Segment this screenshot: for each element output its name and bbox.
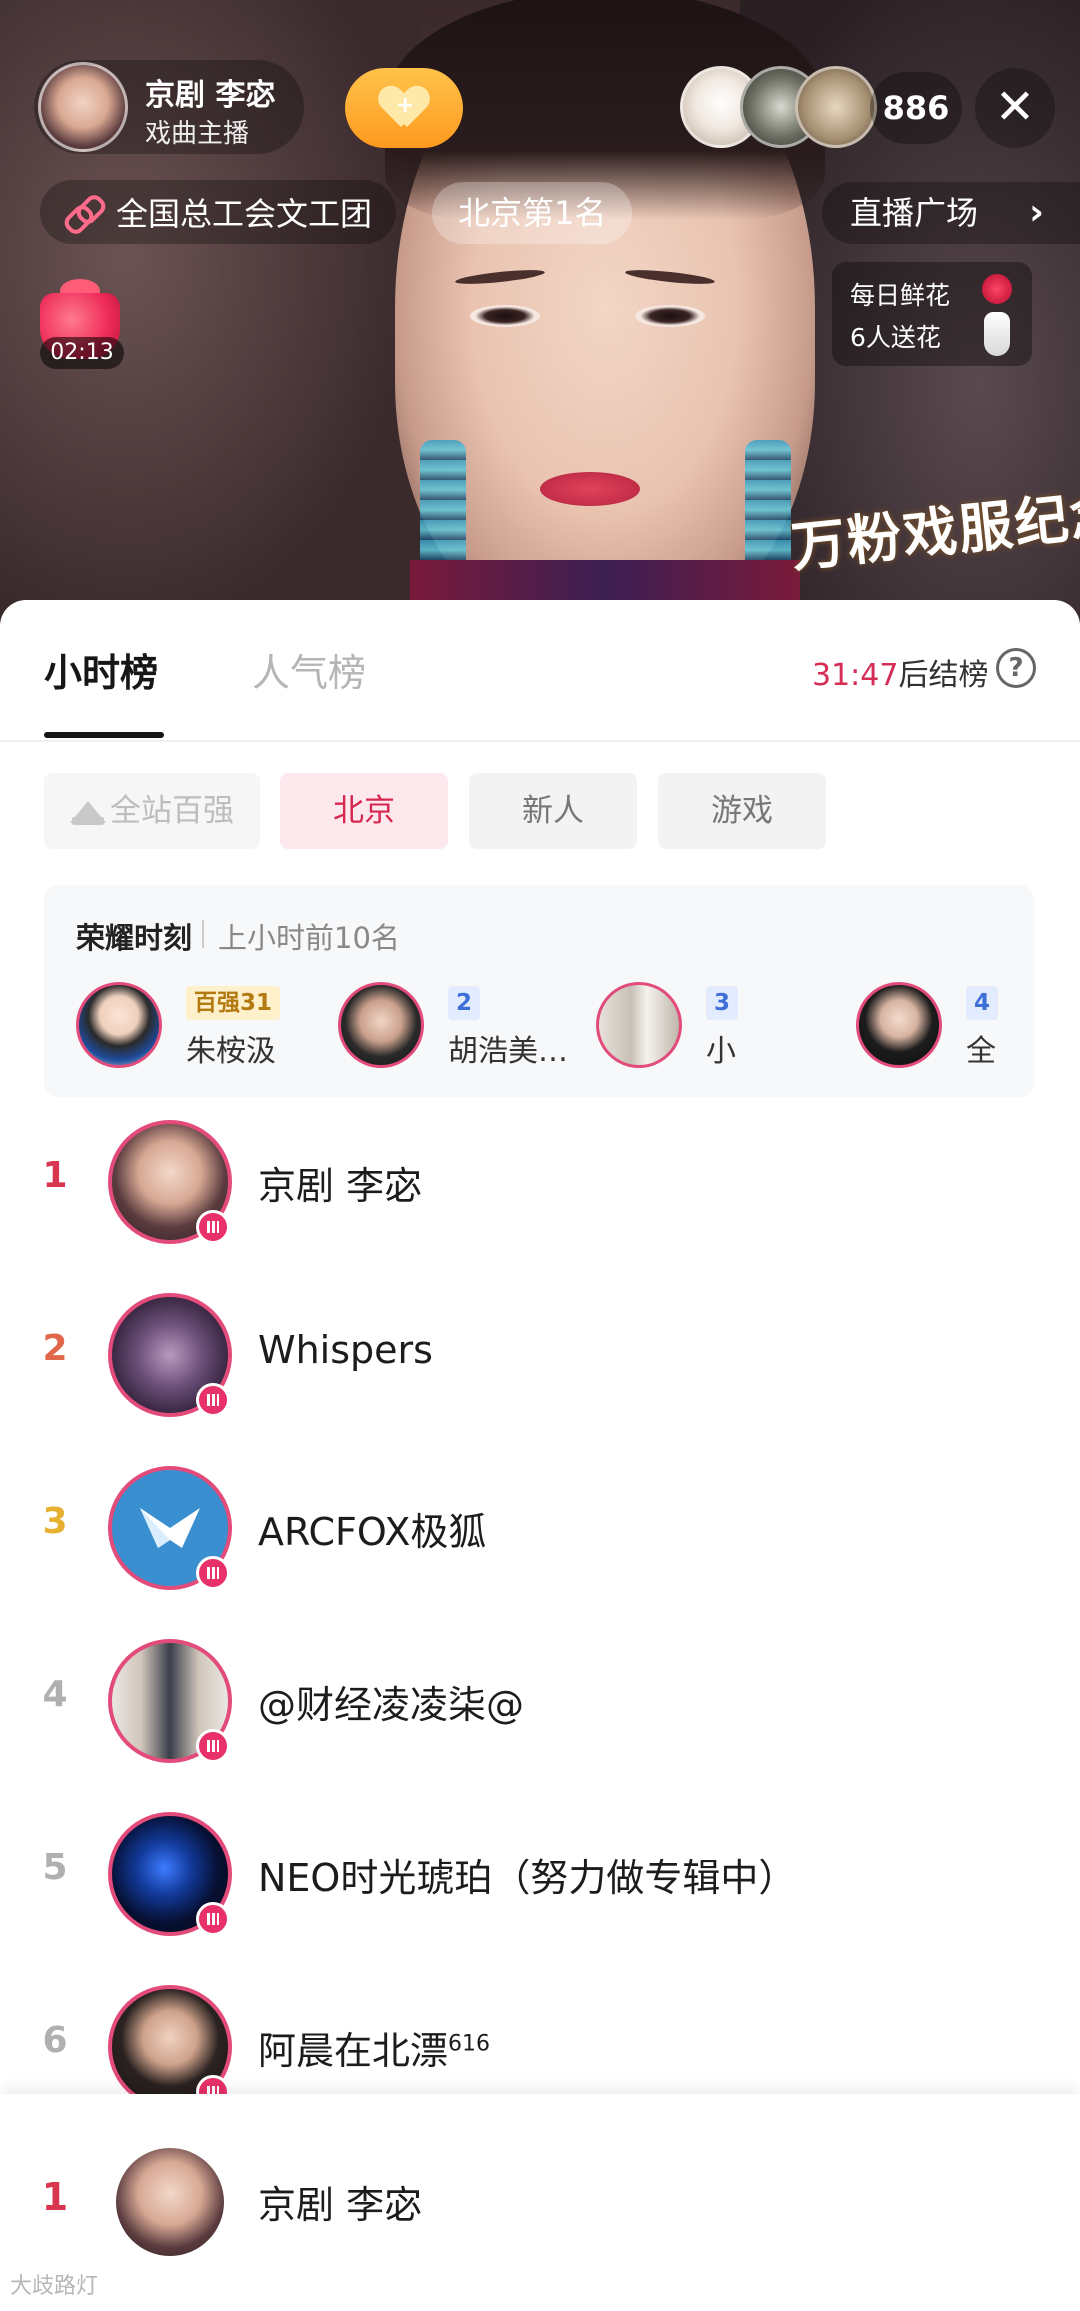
filter-games[interactable]: 游戏 [658, 773, 826, 849]
streamer-eye [635, 305, 705, 327]
filter-top100[interactable]: 全站百强 [44, 773, 260, 849]
rank-number: 2 [42, 1328, 68, 1369]
close-button[interactable]: ✕ [975, 68, 1055, 148]
countdown-time: 31:47 [812, 658, 899, 693]
live-indicator-icon [196, 1729, 230, 1763]
streamer-name: @财经凌凌柒@ [258, 1683, 525, 1727]
link-icon [64, 193, 102, 231]
glory-name: 小 [706, 1034, 736, 1069]
filter-beijing[interactable]: 北京 [280, 773, 448, 849]
heart-plus-icon: + [381, 87, 427, 129]
lucky-bag-timer: 02:13 [40, 337, 124, 369]
streamer-lips [540, 472, 640, 506]
glory-rank-badge: 2 [448, 986, 481, 1020]
header-divider [0, 740, 1080, 742]
rank-number: 1 [42, 1155, 68, 1196]
rank-number: 6 [42, 2020, 68, 2061]
filter-label: 全站百强 [110, 793, 234, 829]
my-rank-number: 1 [41, 2175, 69, 2219]
glory-name: 全 [966, 1034, 996, 1069]
tab-hourly[interactable]: 小时榜 [44, 642, 158, 697]
city-rank-badge[interactable]: 北京第1名 [432, 182, 633, 244]
streamer-name: Whispers [258, 1328, 433, 1372]
countdown-suffix: 后结榜 [898, 658, 989, 693]
live-plaza-label: 直播广场 [850, 194, 979, 232]
crown-icon [70, 795, 106, 825]
daily-flower-label: 每日鲜花 [850, 281, 951, 310]
follow-button[interactable]: + [345, 68, 463, 148]
streamer-eye [470, 305, 540, 327]
watermark-credit: 大歧路灯 [10, 2274, 99, 2299]
anchor-avatar[interactable] [38, 62, 128, 152]
live-indicator-icon [196, 1902, 230, 1936]
live-indicator-icon [196, 1210, 230, 1244]
streamer-name: ARCFOX极狐 [258, 1510, 487, 1554]
chevron-right-icon: › [1029, 192, 1044, 233]
live-indicator-icon [196, 1383, 230, 1417]
glory-name: 朱桉汲 [186, 1034, 276, 1069]
my-name: 京剧 李宓 [258, 2183, 423, 2227]
glory-avatar[interactable] [76, 982, 162, 1068]
rank-number: 4 [42, 1674, 68, 1715]
rank-number: 3 [42, 1501, 68, 1542]
glory-avatar[interactable] [856, 982, 942, 1068]
viewer-count[interactable]: 886 [870, 72, 962, 144]
glory-divider [202, 920, 204, 948]
live-plaza-button[interactable]: 直播广场 › [822, 182, 1080, 244]
help-icon[interactable]: ? [996, 648, 1036, 688]
ranking-row[interactable]: 3 ARCFOX极狐 [0, 1446, 1080, 1616]
streamer-name: 京剧 李宓 [258, 1164, 423, 1208]
glory-item[interactable]: 3 小 [596, 980, 836, 1070]
glory-item[interactable]: 百强31 朱桉汲 [76, 980, 336, 1070]
glory-subtitle: 上小时前10名 [218, 921, 400, 955]
anchor-subtitle: 戏曲主播 [145, 119, 250, 149]
filter-newcomer[interactable]: 新人 [469, 773, 637, 849]
ranking-row[interactable]: 2 Whispers [0, 1273, 1080, 1443]
rose-icon [982, 274, 1012, 304]
anchor-name: 京剧 李宓 [145, 78, 276, 113]
union-name: 全国总工会文工团 [116, 195, 373, 233]
union-link[interactable]: 全国总工会文工团 [40, 180, 397, 244]
glory-rank-badge: 3 [706, 986, 739, 1020]
lucky-bag[interactable]: 02:13 [34, 275, 128, 371]
streamer-name: NEO时光琥珀（努力做专辑中） [258, 1856, 797, 1900]
glory-item[interactable]: 4 全 [856, 980, 1006, 1070]
glory-title: 荣耀时刻 [76, 921, 193, 955]
streamer-name-superscript: 616 [448, 2031, 491, 2057]
glory-rank-badge: 4 [966, 986, 999, 1020]
glory-list[interactable]: 百强31 朱桉汲 2 胡浩美… 3 小 4 全 [76, 980, 1006, 1070]
tab-popularity[interactable]: 人气榜 [252, 642, 366, 697]
ranking-row[interactable]: 1 京剧 李宓 [0, 1100, 1080, 1270]
viewer-avatar[interactable] [795, 66, 877, 148]
ranking-countdown: 31:47后结榜 [812, 650, 988, 694]
glory-rank-badge: 百强31 [186, 986, 281, 1020]
glory-name: 胡浩美… [448, 1034, 568, 1069]
vase-icon [984, 312, 1010, 356]
active-tab-indicator [44, 732, 164, 738]
live-indicator-icon [196, 1556, 230, 1590]
glory-avatar[interactable] [596, 982, 682, 1068]
daily-flower-widget[interactable]: 每日鲜花 6人送花 [832, 262, 1032, 366]
rank-number: 5 [42, 1847, 68, 1888]
streamer-name: 阿晨在北漂616 [258, 2020, 490, 2075]
glory-avatar[interactable] [338, 982, 424, 1068]
ranking-row[interactable]: 4 @财经凌凌柒@ [0, 1619, 1080, 1789]
glory-item[interactable]: 2 胡浩美… [338, 980, 588, 1070]
my-avatar[interactable] [116, 2148, 224, 2256]
flower-sender-count: 6人送花 [850, 323, 941, 352]
streamer-name-text: 阿晨在北漂 [258, 2029, 449, 2073]
ranking-row[interactable]: 5 NEO时光琥珀（努力做专辑中） [0, 1792, 1080, 1962]
